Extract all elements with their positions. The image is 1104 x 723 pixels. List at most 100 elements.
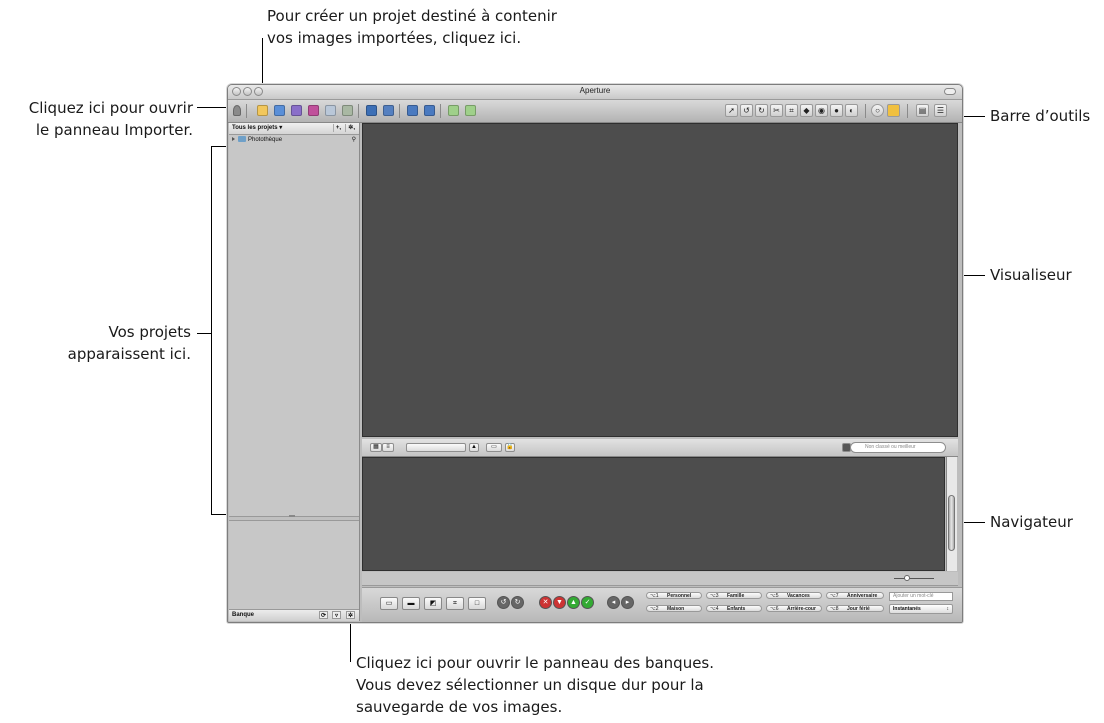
duplicate-version-icon[interactable] — [383, 105, 394, 116]
keyword-preset-select[interactable]: Instantanés ↕ — [889, 604, 953, 614]
light-table-icon[interactable] — [887, 104, 900, 117]
toolbar-separator — [246, 104, 247, 118]
keyword-label: Arrière-cour — [787, 606, 816, 612]
thumbnail-size-bar — [362, 572, 958, 586]
vault-info-icon[interactable]: ▿ — [332, 611, 341, 619]
callout-vault-line3: sauvegarde de vos images. — [356, 698, 563, 716]
sort-direction-icon[interactable]: ▲ — [469, 443, 479, 452]
keyword-button[interactable]: ⌥3 Famille — [706, 592, 762, 599]
lift-tool-icon[interactable]: ◆ — [800, 104, 813, 117]
multiple-view-icon[interactable]: ⌗ — [446, 597, 464, 610]
new-book-icon[interactable] — [325, 105, 336, 116]
browser-control-bar: ▦ ≡ ▲ ▭ 🔒 Non classé ou meilleur — [362, 439, 958, 457]
stamp-tool-icon[interactable]: ◐ — [845, 104, 858, 117]
decrease-rating-button[interactable]: ▼ — [553, 596, 566, 609]
vault-label: Banque — [232, 612, 255, 618]
disclosure-triangle-icon[interactable] — [232, 137, 235, 142]
vaults-panel-footer: Banque ⟳ ▿ ✲ — [229, 609, 359, 621]
rotate-left-tool-icon[interactable]: ↺ — [740, 104, 753, 117]
rotate-right-button[interactable]: ↻ — [511, 596, 524, 609]
fullscreen-icon[interactable]: □ — [468, 597, 486, 610]
thumbnail-size-slider[interactable] — [894, 575, 934, 581]
chevron-updown-icon: ↕ — [946, 606, 950, 612]
update-vault-icon[interactable]: ⟳ — [319, 611, 328, 619]
stack-icon[interactable] — [407, 105, 418, 116]
toolbar-separator — [440, 104, 441, 118]
slider-knob[interactable] — [904, 575, 910, 581]
selection-tool-icon[interactable]: ➚ — [725, 104, 738, 117]
search-placeholder: Non classé ou meilleur — [865, 444, 916, 450]
control-bar: ▭ ▬ ◩ ⌗ □ ↺ ↻ ✕ ▼ ▲ ✓ ◂ ▸ ⌥1 Personnel ⌥3… — [362, 587, 962, 622]
select-button[interactable]: ✓ — [581, 596, 594, 609]
previous-image-button[interactable]: ◂ — [607, 596, 620, 609]
browser-scrollbar[interactable] — [946, 457, 957, 571]
keyword-button[interactable]: ⌥7 Anniversaire — [826, 592, 884, 599]
callout-projects-bracket-bottom — [211, 514, 226, 515]
toolbar-separator — [865, 104, 866, 118]
list-view-icon[interactable]: ≡ — [382, 443, 394, 452]
rotate-right-icon[interactable] — [465, 105, 476, 116]
unstack-icon[interactable] — [424, 105, 435, 116]
new-album-icon[interactable] — [291, 105, 302, 116]
next-image-button[interactable]: ▸ — [621, 596, 634, 609]
inspector-icon[interactable]: ▤ — [916, 104, 929, 117]
keyword-shortcut: ⌥2 — [650, 606, 659, 612]
browser-icon-size-button[interactable]: ▭ — [486, 443, 502, 452]
projects-filter-menu[interactable]: Tous les projets ▾ — [232, 123, 282, 134]
new-light-table-icon[interactable] — [342, 105, 353, 116]
callout-new-project-line2: vos images importées, cliquez ici. — [267, 29, 522, 47]
callout-import-leader — [197, 107, 231, 108]
vault-action-icon[interactable]: ✲ — [346, 611, 355, 619]
window-title: Aperture — [579, 86, 611, 95]
keyword-button[interactable]: ⌥2 Maison — [646, 605, 702, 612]
projects-action-button[interactable]: ✲, — [345, 124, 357, 132]
loupe-icon[interactable]: ○ — [871, 104, 884, 117]
red-eye-tool-icon[interactable]: ◉ — [815, 104, 828, 117]
spot-patch-tool-icon[interactable]: ● — [830, 104, 843, 117]
callout-browser: Navigateur — [990, 513, 1073, 531]
keyword-button[interactable]: ⌥1 Personnel — [646, 592, 702, 599]
keyword-shortcut: ⌥5 — [770, 593, 779, 599]
library-item[interactable]: Photothèque — [232, 136, 282, 144]
scrollbar-thumb[interactable] — [948, 495, 955, 551]
new-folder-icon[interactable] — [274, 105, 285, 116]
rotate-left-button[interactable]: ↺ — [497, 596, 510, 609]
crop-tool-icon[interactable]: ⌗ — [785, 104, 798, 117]
keyword-shortcut: ⌥4 — [710, 606, 719, 612]
rotate-left-icon[interactable] — [448, 105, 459, 116]
straighten-tool-icon[interactable]: ✂ — [770, 104, 783, 117]
grid-view-icon[interactable]: ▦ — [370, 443, 382, 452]
add-keyword-input[interactable]: Ajouter un mot-clé — [889, 592, 953, 601]
sort-popup[interactable] — [406, 443, 466, 452]
keyword-label: Jour férié — [847, 606, 870, 612]
callout-projects-line2: apparaissent ici. — [67, 345, 191, 363]
adjustments-icon[interactable]: ☰ — [934, 104, 947, 117]
keyword-button[interactable]: ⌥4 Enfants — [706, 605, 762, 612]
callout-vault-line2: Vous devez sélectionner un disque dur po… — [356, 676, 704, 694]
keyword-button[interactable]: ⌥5 Vacances — [766, 592, 822, 599]
reject-button[interactable]: ✕ — [539, 596, 552, 609]
import-icon[interactable] — [233, 105, 241, 116]
library-search-icon[interactable]: ⚲ — [352, 136, 356, 143]
create-version-icon[interactable] — [366, 105, 377, 116]
keyword-button[interactable]: ⌥8 Jour férié — [826, 605, 884, 612]
splitter-grip-icon[interactable] — [289, 515, 295, 517]
new-smart-album-icon[interactable] — [308, 105, 319, 116]
toolbar-toggle-button[interactable] — [944, 88, 956, 95]
new-project-icon[interactable] — [257, 105, 268, 116]
rotate-right-tool-icon[interactable]: ↻ — [755, 104, 768, 117]
viewer[interactable] — [362, 123, 958, 437]
keyword-shortcut: ⌥8 — [830, 606, 839, 612]
lock-icon[interactable]: 🔒 — [505, 443, 515, 452]
primary-only-icon[interactable]: ◩ — [424, 597, 442, 610]
aperture-window: Aperture ➚ ↺ ↻ ✂ ⌗ ◆ ◉ ● ◐ ○ ▤ ☰ Tous le… — [227, 84, 963, 623]
projects-panel-header: Tous les projets ▾ +, ✲, — [229, 123, 359, 135]
increase-rating-button[interactable]: ▲ — [567, 596, 580, 609]
keyword-button[interactable]: ⌥6 Arrière-cour — [766, 605, 822, 612]
browser-search-input[interactable]: Non classé ou meilleur — [850, 442, 946, 453]
callout-projects-line1: Vos projets — [108, 323, 192, 341]
add-project-button[interactable]: +, — [332, 124, 343, 132]
display-mode-icon[interactable]: ▭ — [380, 597, 398, 610]
viewer-mode-icon[interactable]: ▬ — [402, 597, 420, 610]
browser[interactable] — [362, 457, 945, 571]
